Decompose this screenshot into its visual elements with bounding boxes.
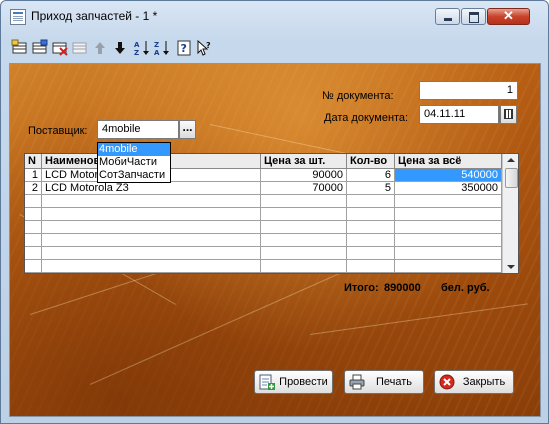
empty-cell[interactable] — [347, 208, 395, 221]
empty-cell[interactable] — [42, 247, 261, 260]
copy-row-icon[interactable] — [71, 39, 89, 57]
document-form: № документа: 1 Дата документа: 04.11.11 … — [9, 63, 541, 417]
supplier-browse-button[interactable]: ... — [179, 120, 196, 139]
empty-cell[interactable] — [347, 195, 395, 208]
empty-cell[interactable] — [261, 234, 347, 247]
doc-number-label: № документа: — [322, 90, 394, 102]
table-cell[interactable]: 90000 — [261, 169, 347, 182]
window-title: Приход запчастей - 1 * — [31, 9, 158, 23]
delete-row-icon[interactable] — [51, 39, 69, 57]
empty-cell[interactable] — [347, 234, 395, 247]
empty-cell[interactable] — [347, 247, 395, 260]
empty-cell[interactable] — [261, 208, 347, 221]
sort-ascending-icon[interactable]: AZ — [133, 39, 151, 57]
empty-cell[interactable] — [25, 208, 42, 221]
close-button[interactable]: Закрыть — [434, 370, 514, 394]
table-cell[interactable]: 70000 — [261, 182, 347, 195]
background-streak — [310, 303, 528, 335]
printer-icon — [349, 374, 365, 390]
empty-cell[interactable] — [347, 260, 395, 273]
empty-cell[interactable] — [395, 247, 502, 260]
doc-date-field[interactable]: 04.11.11 — [419, 105, 499, 124]
post-button-label: Провести — [279, 376, 328, 388]
context-help-icon[interactable]: ? — [195, 39, 213, 57]
empty-cell[interactable] — [395, 260, 502, 273]
svg-text:A: A — [154, 49, 160, 57]
total-value: 890000 — [384, 282, 421, 294]
empty-cell[interactable] — [395, 195, 502, 208]
empty-cell[interactable] — [42, 260, 261, 273]
title-bar[interactable]: Приход запчастей - 1 * ✕ — [1, 1, 548, 31]
empty-cell[interactable] — [395, 208, 502, 221]
svg-text:?: ? — [206, 41, 211, 50]
column-header-n[interactable]: N — [25, 154, 42, 169]
close-window-button[interactable]: ✕ — [487, 8, 530, 25]
edit-row-icon[interactable] — [31, 39, 49, 57]
table-cell[interactable]: 1 — [25, 169, 42, 182]
svg-text:Z: Z — [154, 41, 159, 49]
column-header-quantity[interactable]: Кол-во — [347, 154, 395, 169]
table-scrollbar[interactable] — [502, 154, 518, 273]
empty-cell[interactable] — [42, 234, 261, 247]
svg-text:?: ? — [181, 42, 187, 55]
table-cell-selected[interactable]: 540000 — [395, 169, 502, 182]
empty-cell[interactable] — [42, 208, 261, 221]
column-header-unit-price[interactable]: Цена за шт. — [261, 154, 347, 169]
empty-cell[interactable] — [395, 221, 502, 234]
close-icon: ✕ — [503, 8, 514, 23]
empty-cell[interactable] — [395, 234, 502, 247]
empty-cell[interactable] — [261, 221, 347, 234]
doc-date-label: Дата документа: — [324, 112, 409, 124]
empty-cell[interactable] — [261, 195, 347, 208]
supplier-option[interactable]: СотЗапчасти — [98, 169, 170, 182]
table-cell[interactable]: 2 — [25, 182, 42, 195]
empty-cell[interactable] — [42, 221, 261, 234]
table-cell[interactable]: 350000 — [395, 182, 502, 195]
empty-cell[interactable] — [25, 195, 42, 208]
empty-cell[interactable] — [261, 247, 347, 260]
app-window: Приход запчастей - 1 * ✕ AZ ZA ? ? № док… — [0, 0, 549, 424]
supplier-option[interactable]: 4mobile — [98, 143, 170, 156]
supplier-select[interactable]: 4mobile — [97, 120, 179, 139]
total-currency: бел. руб. — [441, 282, 490, 294]
arrow-down-icon[interactable] — [111, 39, 129, 57]
print-button[interactable]: Печать — [344, 370, 424, 394]
empty-cell[interactable] — [347, 221, 395, 234]
new-row-icon[interactable] — [11, 39, 29, 57]
table-cell[interactable]: 6 — [347, 169, 395, 182]
post-button[interactable]: Провести — [254, 370, 333, 394]
scroll-down-icon[interactable] — [507, 265, 515, 269]
empty-cell[interactable] — [25, 234, 42, 247]
table-cell[interactable]: 5 — [347, 182, 395, 195]
total-label: Итого: — [344, 282, 379, 294]
supplier-label: Поставщик: — [28, 125, 88, 137]
supplier-option[interactable]: МобиЧасти — [98, 156, 170, 169]
help-icon[interactable]: ? — [175, 39, 193, 57]
maximize-button[interactable] — [461, 8, 486, 25]
empty-cell[interactable] — [25, 221, 42, 234]
supplier-dropdown-list: 4mobile МобиЧасти СотЗапчасти — [97, 142, 171, 183]
scroll-up-icon[interactable] — [507, 158, 515, 162]
table-cell[interactable]: LCD Motorola Z3 — [42, 182, 261, 195]
sort-descending-icon[interactable]: ZA — [153, 39, 171, 57]
doc-number-field[interactable]: 1 — [419, 81, 518, 100]
post-document-icon — [259, 374, 275, 390]
svg-text:Z: Z — [134, 49, 139, 57]
calendar-button[interactable] — [500, 105, 517, 124]
empty-cell[interactable] — [25, 260, 42, 273]
arrow-up-icon[interactable] — [91, 39, 109, 57]
column-header-total-price[interactable]: Цена за всё — [395, 154, 502, 169]
scroll-thumb[interactable] — [505, 168, 518, 188]
calendar-icon — [504, 109, 513, 119]
close-button-label: Закрыть — [462, 376, 506, 388]
print-button-label: Печать — [375, 376, 413, 388]
empty-cell[interactable] — [261, 260, 347, 273]
svg-text:A: A — [134, 41, 140, 49]
minimize-button[interactable] — [435, 8, 460, 25]
empty-cell[interactable] — [25, 247, 42, 260]
empty-cell[interactable] — [42, 195, 261, 208]
toolbar: AZ ZA ? ? — [9, 38, 544, 60]
close-circle-icon — [439, 374, 455, 390]
app-icon — [10, 9, 26, 25]
